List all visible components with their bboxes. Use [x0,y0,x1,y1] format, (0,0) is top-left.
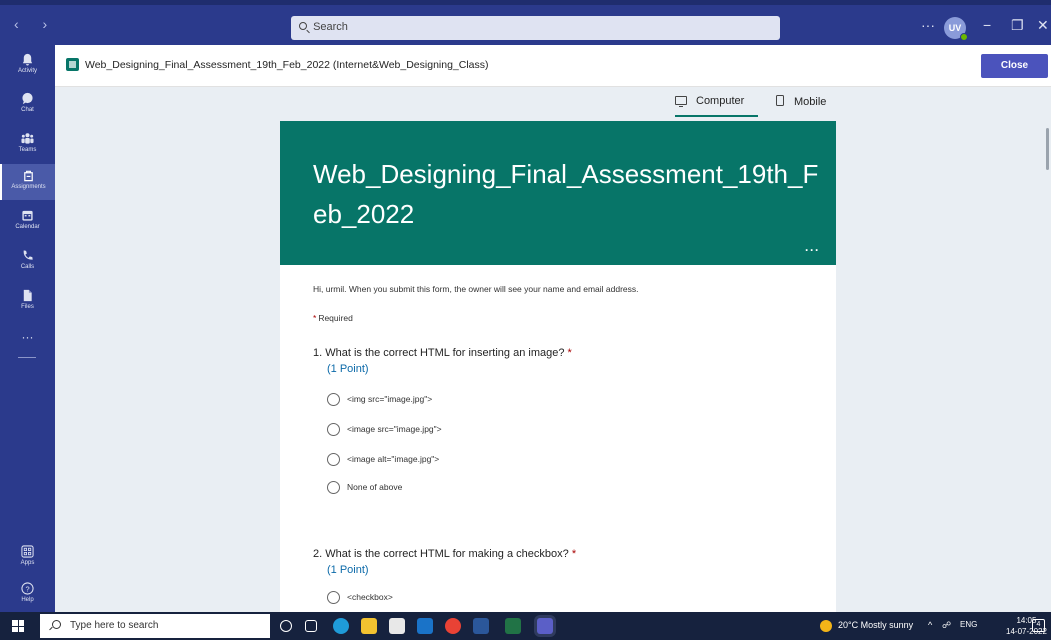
weather-text[interactable]: 20°C Mostly sunny [838,620,913,630]
form-card: Web_Designing_Final_Assessment_19th_Feb_… [280,121,836,612]
tab-mobile[interactable]: Mobile [776,95,826,108]
left-rail: Activity Chat Teams Assignments Calendar… [0,45,55,612]
svg-text:?: ? [25,584,29,593]
close-button[interactable]: Close [981,54,1048,78]
windows-taskbar: Type here to search 20°C Mostly sunny ^ … [0,612,1051,640]
language-indicator[interactable]: ENG [960,620,977,629]
rail-item-chat[interactable]: Chat [0,87,55,123]
assignments-icon [24,170,33,182]
edge-icon[interactable] [333,618,349,634]
bell-icon [22,53,33,66]
nav-arrows[interactable]: ‹ › [14,16,57,32]
rail-item-help[interactable]: ? Help [0,577,55,613]
file-explorer-icon[interactable] [361,618,377,634]
apps-icon [21,545,34,558]
scrollbar-thumb[interactable] [1046,128,1049,170]
rail-item-apps[interactable]: Apps [0,540,55,576]
search-input[interactable]: Search [291,16,780,40]
teams-taskbar-icon[interactable] [537,618,553,634]
teams-icon [21,133,34,144]
q1-option-3[interactable]: <image alt="image.jpg"> [327,452,439,467]
cortana-icon[interactable] [280,620,292,632]
rail-item-teams[interactable]: Teams [0,127,55,163]
radio-button[interactable] [327,591,340,605]
rail-item-calls[interactable]: Calls [0,244,55,280]
avatar[interactable]: UV [944,17,968,41]
form-banner: Web_Designing_Final_Assessment_19th_Feb_… [280,121,836,265]
app-title: Web_Designing_Final_Assessment_19th_Feb_… [85,59,489,71]
q1-option-1[interactable]: <img src="image.jpg"> [327,392,432,407]
chevron-up-icon[interactable]: ^ [928,620,932,630]
question-1-points: (1 Point) [327,363,369,375]
mail-icon[interactable] [417,618,433,634]
tab-computer[interactable]: Computer [675,95,759,117]
minimize-button[interactable]: − [983,17,991,33]
rail-more-icon[interactable]: ··· [0,330,55,344]
radio-button[interactable] [327,393,340,407]
title-bar: ‹ › Search ··· UV − ❐ ✕ [0,0,1051,45]
notification-icon[interactable]: 4 [1032,619,1045,632]
windows-start-icon[interactable] [12,620,24,632]
word-icon[interactable] [473,618,489,634]
q1-option-2[interactable]: <image src="image.jpg"> [327,422,442,437]
presence-icon [960,33,968,41]
rail-divider [18,357,36,358]
calendar-icon [22,210,33,221]
chat-icon [22,92,33,105]
form-title: Web_Designing_Final_Assessment_19th_Feb_… [313,159,819,229]
forms-icon [66,58,79,71]
search-placeholder: Search [313,21,348,33]
question-2: 2. What is the correct HTML for making a… [313,548,577,560]
question-1: 1. What is the correct HTML for insertin… [313,347,572,359]
radio-button[interactable] [327,453,340,467]
chrome-icon[interactable] [445,618,461,634]
store-icon[interactable] [389,618,405,634]
rail-item-files[interactable]: Files [0,284,55,320]
radio-button[interactable] [327,481,340,495]
radio-button[interactable] [327,423,340,437]
excel-icon[interactable] [505,618,521,634]
question-2-points: (1 Point) [327,564,369,576]
view-tabs: Computer Mobile [55,87,1051,121]
maximize-button[interactable]: ❐ [1011,17,1024,34]
rail-item-assignments[interactable]: Assignments [0,164,55,200]
window-close-button[interactable]: ✕ [1037,17,1049,34]
file-icon [23,289,32,302]
help-icon: ? [21,582,34,595]
network-icon[interactable]: ☍ [942,620,951,631]
identity-notice: Hi, urmil. When you submit this form, th… [313,284,639,294]
q1-option-4[interactable]: None of above [327,480,402,495]
q2-option-1[interactable]: <checkbox> [327,590,393,605]
rail-item-activity[interactable]: Activity [0,48,55,84]
banner-more-icon[interactable]: ··· [805,243,820,257]
monitor-icon [675,96,687,108]
more-options-icon[interactable]: ··· [921,17,935,33]
rail-item-calendar[interactable]: Calendar [0,204,55,240]
app-header: Web_Designing_Final_Assessment_19th_Feb_… [55,45,1051,87]
taskbar-search-input[interactable]: Type here to search [40,614,270,638]
phone-device-icon [776,95,784,106]
task-view-icon[interactable] [305,620,317,632]
search-icon [299,22,307,30]
weather-icon[interactable] [820,620,832,632]
avatar-initials: UV [948,23,962,33]
search-icon [52,620,61,629]
required-note: * Required [313,313,353,323]
phone-icon [23,250,33,260]
